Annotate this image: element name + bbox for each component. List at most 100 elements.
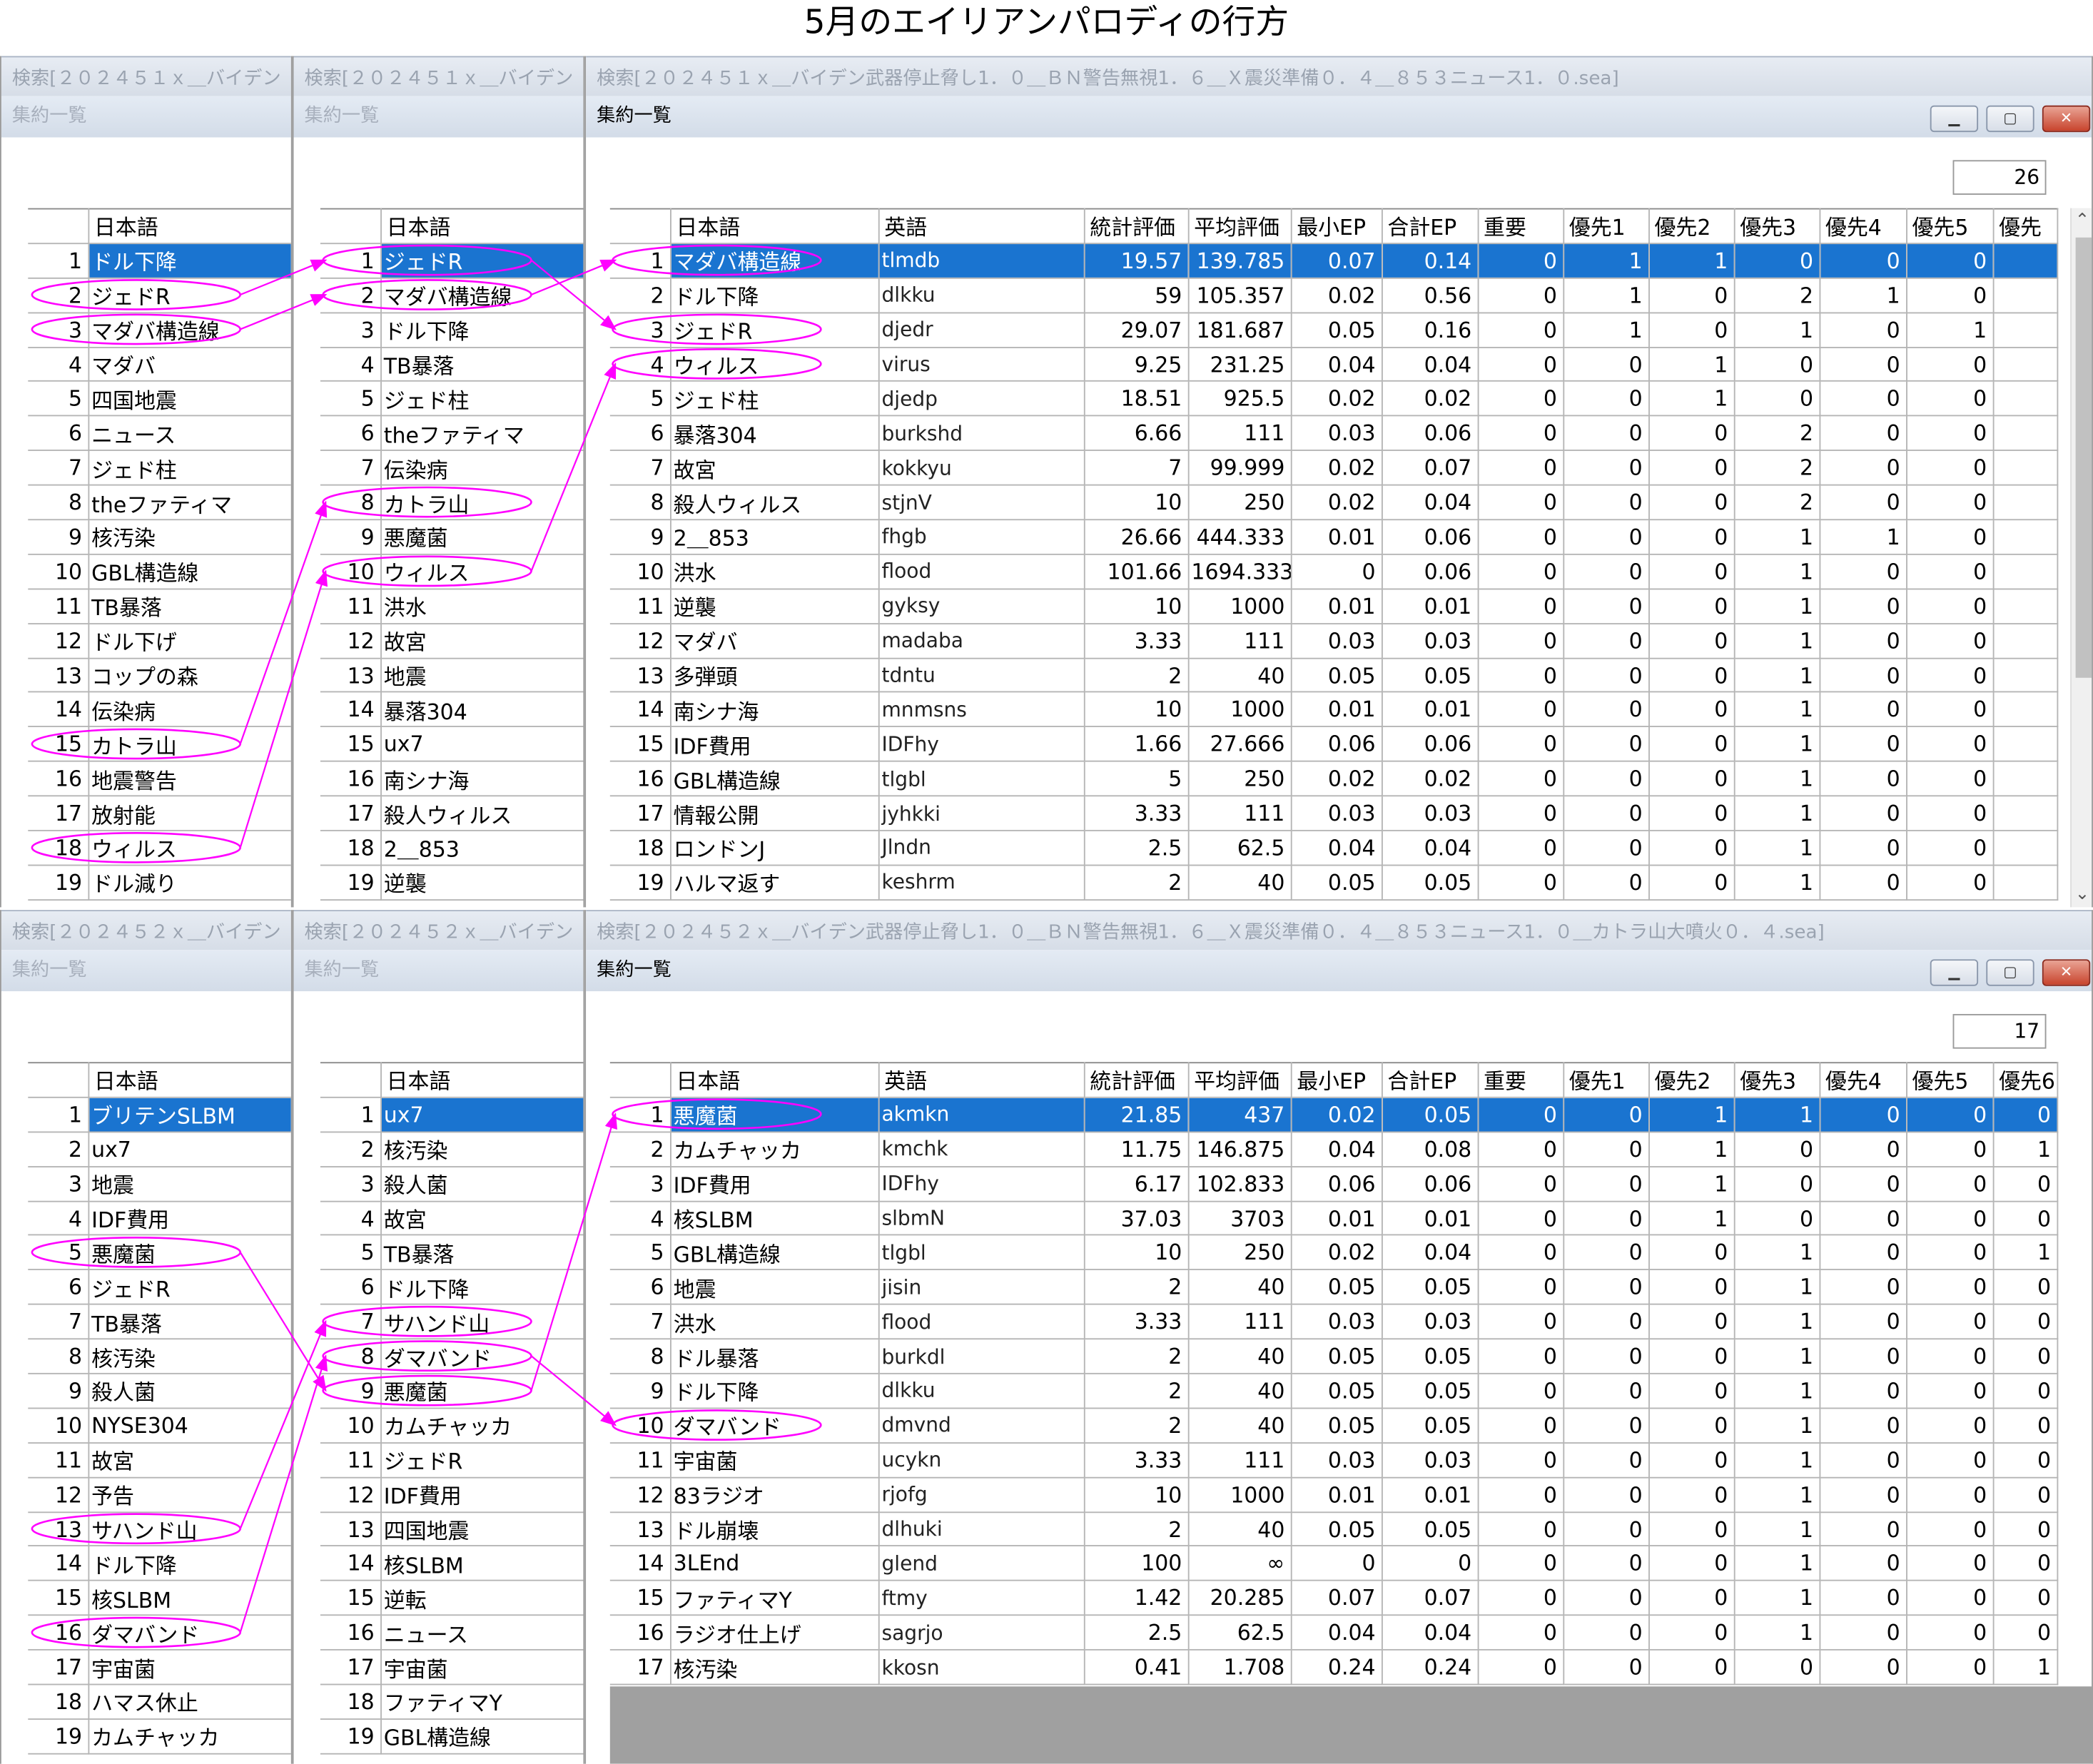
summary-list[interactable]: 日本語 1 ジェドR 2 マダバ構造線 3 ドル下降 4 TB暴落 5 ジェド柱 6 theファティマ 7… [320,208,584,901]
table-row[interactable]: 6 ドル下降 [320,1269,584,1306]
column-header[interactable]: 日本語 [88,208,291,244]
table-row[interactable]: 13 地震 [320,657,584,694]
table-row[interactable]: 18 ウィルス [28,830,291,866]
table-row[interactable]: 12 IDF費用 [320,1477,584,1513]
table-row[interactable]: 16 地震警告 [28,761,291,797]
maximize-button[interactable]: ▢ [1986,959,2034,986]
table-row[interactable]: 11 TB暴落 [28,589,291,624]
column-header[interactable]: 優先1 [1563,208,1650,244]
table-row[interactable]: 12 マダバ madaba 3.33 111 0.03 0.03 0 0 0 1 0 0 [609,623,2058,659]
table-row[interactable]: 1 マダバ構造線 tlmdb 19.57 139.785 0.07 0.14 0 1 1 0 0 0 [609,243,2058,279]
vertical-scrollbar[interactable]: ⌃ ⌄ [2070,208,2092,908]
column-header[interactable]: 英語 [878,1062,1085,1098]
column-header[interactable]: 優先2 [1648,208,1735,244]
table-row[interactable]: 5 GBL構造線 tlgbl 10 250 0.02 0.04 0 0 0 1 0 0 1 [609,1235,2058,1271]
column-header[interactable]: 日本語 [88,1062,291,1098]
table-row[interactable]: 9 核汚染 [28,519,291,555]
table-row[interactable]: 12 ドル下げ [28,623,291,659]
table-row[interactable]: 8 カトラ山 [320,485,584,521]
table-row[interactable]: 11 ジェドR [320,1442,584,1479]
table-row[interactable]: 12 83ラジオ rjofg 10 1000 0.01 0.01 0 0 0 1 0 0 0 [609,1477,2058,1513]
table-row[interactable]: 13 多弾頭 tdntu 2 40 0.05 0.05 0 0 0 1 0 0 [609,657,2058,694]
table-row[interactable]: 19 逆襲 [320,865,584,901]
table-row[interactable]: 9 2＿853 fhgb 26.66 444.333 0.01 0.06 0 0 0 1 1 0 [609,519,2058,555]
table-row[interactable]: 2 ux7 [28,1132,291,1167]
table-row[interactable]: 15 核SLBM [28,1581,291,1616]
bottom-window-left[interactable]: 検索[２０２４５２ｘ＿バイデン 集約一覧 日本語 1 ブリテンSLBM 2 ux7 3 地震 4 I… [0,910,293,1764]
table-row[interactable]: 17 情報公開 jyhkki 3.33 111 0.03 0.03 0 0 0 1 0 0 [609,796,2058,831]
table-row[interactable]: 8 核汚染 [28,1339,291,1374]
table-row[interactable]: 13 サハンド山 [28,1511,291,1547]
table-row[interactable]: 15 カトラ山 [28,726,291,763]
column-header[interactable]: 重要 [1477,208,1564,244]
table-row[interactable]: 17 放射能 [28,796,291,831]
minimize-button[interactable]: ▁ [1930,959,1979,986]
table-row[interactable]: 10 ウィルス [320,554,584,590]
table-row[interactable]: 16 ラジオ仕上げ sagrjo 2.5 62.5 0.04 0.04 0 0 0 1 0 0 0 [609,1615,2058,1651]
table-row[interactable]: 16 GBL構造線 tlgbl 5 250 0.02 0.02 0 0 0 1 0 0 [609,761,2058,797]
table-row[interactable]: 2 カムチャッカ kmchk 11.75 146.875 0.04 0.08 0 0 1 0 0 0 1 [609,1132,2058,1167]
table-row[interactable]: 6 theファティマ [320,416,584,452]
table-row[interactable]: 14 ドル下降 [28,1546,291,1582]
top-window-mid[interactable]: 検索[２０２４５１ｘ＿バイデン 集約一覧 日本語 1 ジェドR 2 マダバ構造線 3 ドル下降 4… [292,56,585,908]
table-row[interactable]: 12 予告 [28,1477,291,1513]
table-row[interactable]: 5 四国地震 [28,381,291,417]
table-row[interactable]: 11 洪水 [320,589,584,624]
column-header[interactable]: 優先 [1992,208,2058,244]
table-row[interactable]: 11 逆襲 gyksy 10 1000 0.01 0.01 0 0 0 1 0 0 [609,589,2058,624]
scroll-up-icon[interactable]: ⌃ [2072,211,2092,230]
table-row[interactable]: 14 暴落304 [320,692,584,728]
table-row[interactable]: 15 IDF費用 IDFhy 1.66 27.666 0.06 0.06 0 0 0 1 0 0 [609,726,2058,763]
table-row[interactable]: 5 ジェド柱 djedp 18.51 925.5 0.02 0.02 0 0 1 0 0 0 [609,381,2058,417]
table-row[interactable]: 2 マダバ構造線 [320,278,584,313]
table-row[interactable]: 3 IDF費用 IDFhy 6.17 102.833 0.06 0.06 0 0 1 0 0 0 0 [609,1166,2058,1202]
table-row[interactable]: 10 GBL構造線 [28,554,291,590]
table-row[interactable]: 5 TB暴落 [320,1235,584,1271]
column-header[interactable]: 重要 [1477,1062,1564,1098]
table-row[interactable]: 15 ファティマY ftmy 1.42 20.285 0.07 0.07 0 0 0 1 0 0 0 [609,1581,2058,1616]
summary-table[interactable]: 日本語 英語 統計評価 平均評価 最小EP 合計EP 重要 優先1 優先2 優先3 優先4 優先5 優先… [609,1062,2058,1686]
table-row[interactable]: 9 悪魔菌 [320,519,584,555]
column-header[interactable]: 日本語 [380,1062,584,1098]
table-row[interactable]: 9 悪魔菌 [320,1373,584,1409]
table-row[interactable]: 19 カムチャッカ [28,1718,291,1755]
summary-list[interactable]: 日本語 1 ブリテンSLBM 2 ux7 3 地震 4 IDF費用 5 悪魔菌 6 ジェドR 7 TB暴落 8… [28,1062,291,1755]
table-row[interactable]: 5 ジェド柱 [320,381,584,417]
table-row[interactable]: 16 ダマバンド [28,1615,291,1651]
table-row[interactable]: 8 殺人ウィルス stjnV 10 250 0.02 0.04 0 0 0 2 0 0 [609,485,2058,521]
table-row[interactable]: 2 ジェドR [28,278,291,313]
table-row[interactable]: 19 ハルマ返す keshrm 2 40 0.05 0.05 0 0 0 1 0 0 [609,865,2058,901]
summary-list[interactable]: 日本語 1 ux7 2 核汚染 3 殺人菌 4 故宮 5 TB暴落 6 ドル下降 7 サハンド山 8 ダマバンド… [320,1062,584,1755]
table-row[interactable]: 10 洪水 flood 101.66 1694.333 0 0.06 0 0 0 1 0 0 [609,554,2058,590]
table-row[interactable]: 17 宇宙菌 [28,1650,291,1686]
table-row[interactable]: 18 ハマス休止 [28,1684,291,1720]
table-row[interactable]: 10 ダマバンド dmvnd 2 40 0.05 0.05 0 0 0 1 0 0 0 [609,1408,2058,1444]
table-row[interactable]: 19 GBL構造線 [320,1718,584,1755]
table-row[interactable]: 1 ブリテンSLBM [28,1097,291,1132]
table-row[interactable]: 3 地震 [28,1166,291,1202]
table-row[interactable]: 10 NYSE304 [28,1408,291,1444]
table-row[interactable]: 6 地震 jisin 2 40 0.05 0.05 0 0 0 1 0 0 0 [609,1269,2058,1306]
scroll-thumb[interactable] [2075,237,2092,678]
table-row[interactable]: 8 ドル暴落 burkdl 2 40 0.05 0.05 0 0 0 1 0 0 0 [609,1339,2058,1374]
top-window-main[interactable]: 検索[２０２４５１ｘ＿バイデン武器停止脅し1．０＿ＢＮ警告無視1．６＿Ｘ震災準備… [584,56,2093,908]
table-row[interactable]: 9 殺人菌 [28,1373,291,1409]
table-row[interactable]: 10 カムチャッカ [320,1408,584,1444]
column-header[interactable]: 英語 [878,208,1085,244]
column-header[interactable]: 最小EP [1290,1062,1382,1098]
scroll-down-icon[interactable]: ⌄ [2072,885,2092,905]
table-row[interactable]: 1 ジェドR [320,243,584,279]
column-header[interactable]: 日本語 [669,208,879,244]
table-row[interactable]: 1 悪魔菌 akmkn 21.85 437 0.02 0.05 0 0 1 1 0 0 0 [609,1097,2058,1132]
column-header[interactable]: 優先2 [1648,1062,1735,1098]
table-row[interactable]: 16 ニュース [320,1615,584,1651]
table-row[interactable]: 3 殺人菌 [320,1166,584,1202]
close-button[interactable]: ✕ [2042,959,2091,986]
table-row[interactable]: 18 ロンドンJ Jlndn 2.5 62.5 0.04 0.04 0 0 0 1 0 0 [609,830,2058,866]
table-row[interactable]: 5 悪魔菌 [28,1235,291,1271]
column-header[interactable]: 優先5 [1906,1062,1994,1098]
column-header[interactable]: 合計EP [1381,1062,1479,1098]
table-row[interactable]: 4 IDF費用 [28,1200,291,1237]
table-row[interactable]: 9 ドル下降 dlkku 2 40 0.05 0.05 0 0 0 1 0 0 0 [609,1373,2058,1409]
column-header[interactable]: 優先6 [1992,1062,2058,1098]
